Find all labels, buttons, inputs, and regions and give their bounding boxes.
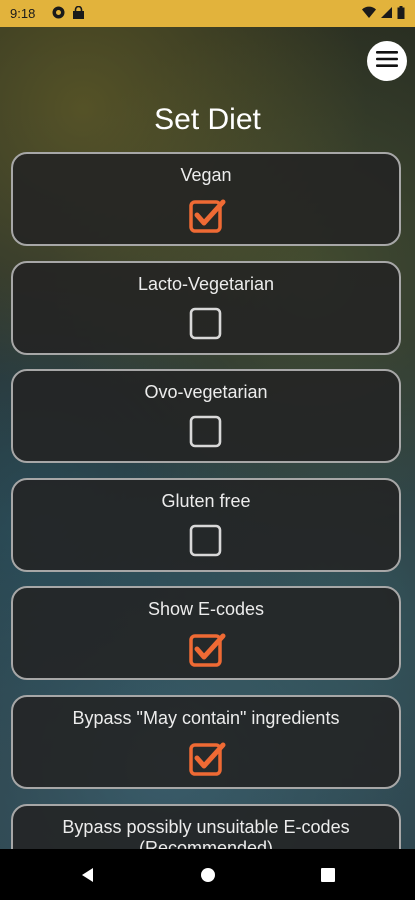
page-title: Set Diet [154,103,261,136]
diet-option-label: Lacto-Vegetarian [137,273,275,294]
diet-option-label: Vegan [180,165,232,185]
menu-button[interactable] [367,41,407,81]
status-bar: 9:18 [0,0,415,27]
checkbox-unchecked-icon[interactable] [189,415,222,448]
checkbox-checked-icon[interactable] [189,198,226,233]
checkbox-checked-icon[interactable] [189,741,226,776]
wifi-icon [362,6,376,19]
navigation-bar [0,849,415,900]
checkbox-checked-icon[interactable] [189,632,226,668]
diet-option-card[interactable]: Bypass possibly unsuitable E-codes (Reco… [11,803,401,849]
battery-icon [397,6,405,19]
checkbox-unchecked-icon[interactable] [189,307,222,340]
diet-option-label: Bypass possibly unsuitable E-codes (Reco… [62,816,350,849]
data-saver-icon [52,6,65,19]
diet-option-card[interactable]: Show E-codes [11,586,401,681]
checkbox-unchecked-icon[interactable] [189,524,222,557]
status-time: 9:18 [10,6,36,21]
diet-option-card[interactable]: Lacto-Vegetarian [11,260,401,355]
signal-icon [380,6,393,19]
hamburger-menu-icon [376,50,398,73]
notification-lock-icon [72,5,85,19]
nav-home-icon[interactable] [198,865,218,885]
app-content: Set Diet Vegan Lacto-Vegetarian Ovo-vegeta… [0,27,415,849]
diet-option-label: Ovo-vegetarian [144,382,268,403]
diet-option-card[interactable]: Vegan [11,152,401,246]
diet-option-label: Bypass "May contain" ingredients [72,708,340,728]
diet-option-card[interactable]: Gluten free [11,477,401,572]
nav-back-icon[interactable] [78,865,98,885]
nav-recents-icon[interactable] [318,865,338,885]
diet-option-label: Gluten free [161,490,251,511]
diet-option-card[interactable]: Ovo-vegetarian [11,369,401,464]
diet-option-card[interactable]: Bypass "May contain" ingredients [11,695,401,789]
diet-option-label: Show E-codes [147,599,265,620]
